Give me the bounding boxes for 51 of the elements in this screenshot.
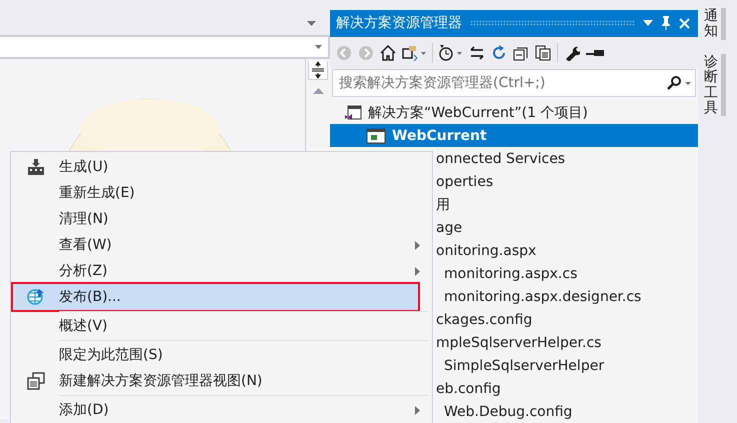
side-tab[interactable]: 诊断工具	[704, 54, 718, 116]
wrench-icon[interactable]	[564, 44, 580, 61]
build-icon	[27, 158, 45, 176]
caret-icon[interactable]	[643, 20, 653, 26]
tree-item[interactable]: operties	[436, 170, 698, 193]
scroll-up-icon[interactable]	[312, 88, 324, 94]
tree-item[interactable]: monitoring.aspx.designer.cs	[444, 285, 698, 308]
home-icon[interactable]	[380, 44, 396, 61]
menu-item[interactable]: 生成(U)	[13, 154, 430, 180]
tree-item[interactable]: WebCurrent	[330, 124, 698, 147]
menu-item[interactable]: 分析(Z)	[13, 258, 430, 284]
history-icon[interactable]	[439, 44, 463, 61]
tree-item[interactable]: Web.Debug.config	[444, 400, 698, 423]
tree-item[interactable]: ckages.config	[436, 308, 698, 331]
copy-pages-icon[interactable]	[535, 44, 551, 61]
sync-icon[interactable]	[469, 44, 485, 61]
close-icon[interactable]	[679, 18, 690, 29]
tree-item[interactable]: 用	[436, 193, 698, 216]
solution-icon	[344, 104, 362, 120]
project-icon	[366, 128, 386, 144]
tree-item[interactable]: mpleSqlserverHelper.cs	[436, 331, 698, 354]
globe-icon	[27, 288, 45, 306]
menu-item[interactable]: 添加(D)	[13, 397, 430, 423]
caret-icon	[315, 44, 322, 49]
menu-item[interactable]: 新建解决方案资源管理器视图(N)	[13, 368, 430, 394]
pin-icon[interactable]	[661, 16, 671, 30]
search-icon[interactable]	[667, 76, 691, 90]
menu-item[interactable]: 限定为此范围(S)	[13, 342, 430, 368]
menu-item[interactable]: 查看(W)	[13, 232, 430, 258]
side-tab[interactable]: 通知	[704, 8, 718, 40]
switch-views-icon[interactable]	[402, 44, 426, 61]
menu-item[interactable]: 清理(N)	[13, 206, 430, 232]
tree-item[interactable]: age	[436, 216, 698, 239]
menu-item[interactable]: 概述(V)	[13, 313, 430, 339]
tree-item[interactable]: 解决方案“WebCurrent”(1 个项目)	[330, 101, 698, 124]
dropdown-arrow-icon[interactable]	[307, 20, 316, 26]
panel-title: 解决方案资源管理器	[336, 14, 462, 32]
search-input[interactable]: 搜索解决方案资源管理器(Ctrl+;)	[337, 74, 667, 92]
windows-icon	[27, 372, 45, 390]
tree-item[interactable]: SimpleSqlserverHelper	[444, 354, 698, 377]
splitter-icon[interactable]	[309, 61, 327, 79]
tree-item[interactable]: monitoring.aspx.cs	[444, 262, 698, 285]
menu-item[interactable]: 重新生成(E)	[13, 180, 430, 206]
dropdown-field[interactable]	[0, 34, 330, 59]
tree-item[interactable]: eb.config	[436, 377, 698, 400]
tree-item[interactable]: onitoring.aspx	[436, 239, 698, 262]
refresh-icon[interactable]	[491, 44, 507, 61]
menu-item[interactable]: 发布(B)...	[13, 284, 418, 310]
collapse-all-icon[interactable]	[513, 44, 529, 61]
search-field[interactable]: 搜索解决方案资源管理器(Ctrl+;)	[332, 69, 696, 97]
tree-item[interactable]: onnected Services	[436, 147, 698, 170]
